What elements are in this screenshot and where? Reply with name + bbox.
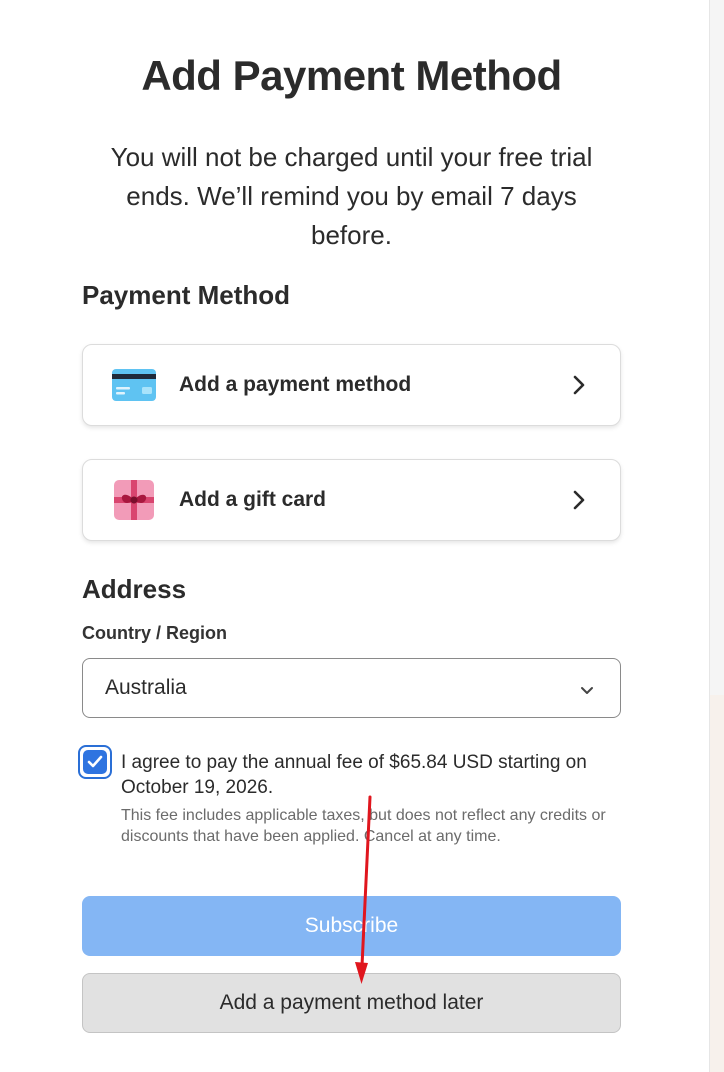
- credit-card-icon: [111, 365, 157, 405]
- agree-text: I agree to pay the annual fee of $65.84 …: [121, 752, 587, 798]
- chevron-right-icon: [572, 374, 586, 396]
- address-section-title: Address: [82, 574, 187, 604]
- checkmark-icon: [87, 755, 103, 768]
- chevron-right-icon: [572, 489, 586, 511]
- chevron-down-icon: [580, 683, 594, 694]
- checkbox-fill: [83, 750, 107, 774]
- window-edge-panel: [710, 695, 724, 1072]
- gift-icon: [111, 480, 157, 520]
- window-edge: [709, 0, 724, 1072]
- page-title: Add Payment Method: [141, 52, 562, 99]
- subscribe-button[interactable]: Subscribe: [82, 896, 621, 956]
- country-region-label: Country / Region: [82, 623, 227, 643]
- add-gift-card-label: Add a gift card: [179, 488, 327, 511]
- country-region-value: Australia: [105, 676, 187, 699]
- add-payment-method-card[interactable]: Add a payment method: [82, 344, 621, 426]
- fee-note: This fee includes applicable taxes, but …: [121, 807, 606, 845]
- country-region-select[interactable]: Australia: [82, 658, 621, 718]
- add-gift-card-card[interactable]: Add a gift card: [82, 459, 621, 541]
- page-subtitle: You will not be charged until your free …: [110, 142, 593, 250]
- payment-section-title: Payment Method: [82, 280, 291, 310]
- agree-checkbox[interactable]: [78, 745, 112, 779]
- add-payment-later-button[interactable]: Add a payment method later: [82, 973, 621, 1033]
- add-payment-method-label: Add a payment method: [179, 373, 412, 396]
